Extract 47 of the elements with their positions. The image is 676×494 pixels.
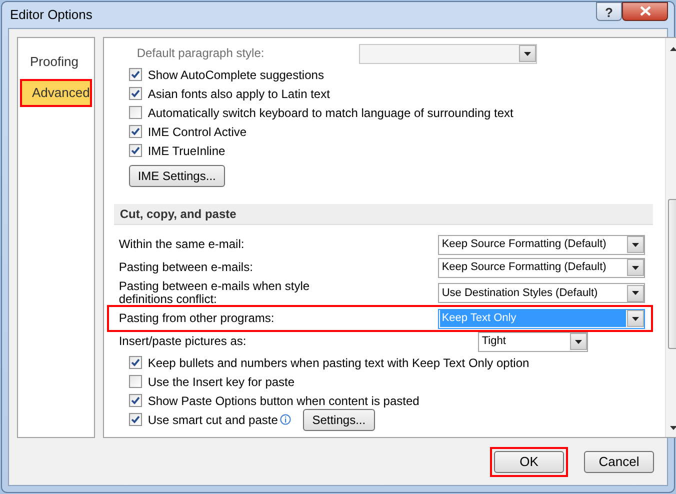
sidebar-item[interactable]: Advanced bbox=[20, 79, 92, 107]
dropdown-field[interactable]: Keep Source Formatting (Default) bbox=[438, 258, 645, 278]
checkbox-label: Automatically switch keyboard to match language of surrounding text bbox=[148, 104, 514, 122]
dropdown-field[interactable]: Keep Source Formatting (Default) bbox=[438, 234, 645, 254]
section-header: Cut, copy, and paste bbox=[114, 204, 653, 225]
checkbox[interactable] bbox=[128, 144, 142, 157]
field-label: Default paragraph style: bbox=[136, 47, 266, 60]
close-button[interactable] bbox=[622, 2, 668, 20]
dropdown-value: Use Destination Styles (Default) bbox=[440, 286, 599, 301]
dropdown-value: Keep Source Formatting (Default) bbox=[440, 260, 608, 276]
dropdown-value: Keep Text Only bbox=[440, 310, 626, 327]
checkbox[interactable] bbox=[128, 68, 142, 81]
scrollbar-thumb[interactable] bbox=[668, 198, 676, 348]
checkbox[interactable] bbox=[128, 87, 142, 100]
checkbox-label: Show AutoComplete suggestions bbox=[148, 66, 324, 84]
field-label: Insert/paste pictures as: bbox=[118, 335, 248, 348]
window-title: Editor Options bbox=[9, 6, 94, 24]
checkbox-label: Use smart cut and paste bbox=[148, 412, 278, 428]
dropdown-field[interactable]: Use Destination Styles (Default) bbox=[438, 283, 645, 303]
close-icon bbox=[640, 6, 650, 16]
field-label: Within the same e-mail: bbox=[118, 238, 246, 251]
settings-button[interactable]: Settings... bbox=[302, 408, 375, 430]
scroll-down-icon bbox=[670, 426, 676, 430]
checkbox[interactable] bbox=[128, 125, 142, 138]
cancel-button[interactable]: Cancel bbox=[584, 451, 654, 473]
checkbox[interactable] bbox=[128, 375, 142, 388]
field-label: Pasting from other programs: bbox=[118, 312, 276, 325]
dropdown-field[interactable]: Tight bbox=[478, 332, 588, 352]
checkbox-label: Use the Insert key for paste bbox=[148, 374, 295, 390]
field-label: Pasting between e-mails when style definitions conflict: bbox=[118, 280, 311, 306]
dropdown-value: Keep Source Formatting (Default) bbox=[440, 237, 608, 252]
checkbox-label: IME TrueInline bbox=[148, 142, 226, 160]
sidebar-item[interactable]: Proofing bbox=[20, 48, 92, 76]
checkbox[interactable] bbox=[128, 356, 142, 369]
checkbox-label: IME Control Active bbox=[148, 124, 247, 140]
dropdown-value: Tight bbox=[480, 334, 507, 350]
checkbox-label: Show Paste Options button when content is pasted bbox=[148, 392, 420, 410]
checkbox[interactable] bbox=[128, 394, 142, 407]
checkbox-label: Keep bullets and numbers when pasting text with Keep Text Only option bbox=[148, 354, 530, 372]
checkbox[interactable] bbox=[128, 413, 142, 426]
ok-button[interactable]: OK bbox=[494, 451, 564, 473]
checkbox[interactable] bbox=[128, 106, 142, 119]
field-label: Pasting between e-mails: bbox=[118, 261, 254, 274]
help-button[interactable]: ? bbox=[596, 2, 622, 20]
scroll-up-icon bbox=[670, 47, 676, 51]
ime-settings-button[interactable]: IME Settings... bbox=[128, 165, 225, 187]
checkbox-label: Asian fonts also apply to Latin text bbox=[148, 86, 330, 102]
